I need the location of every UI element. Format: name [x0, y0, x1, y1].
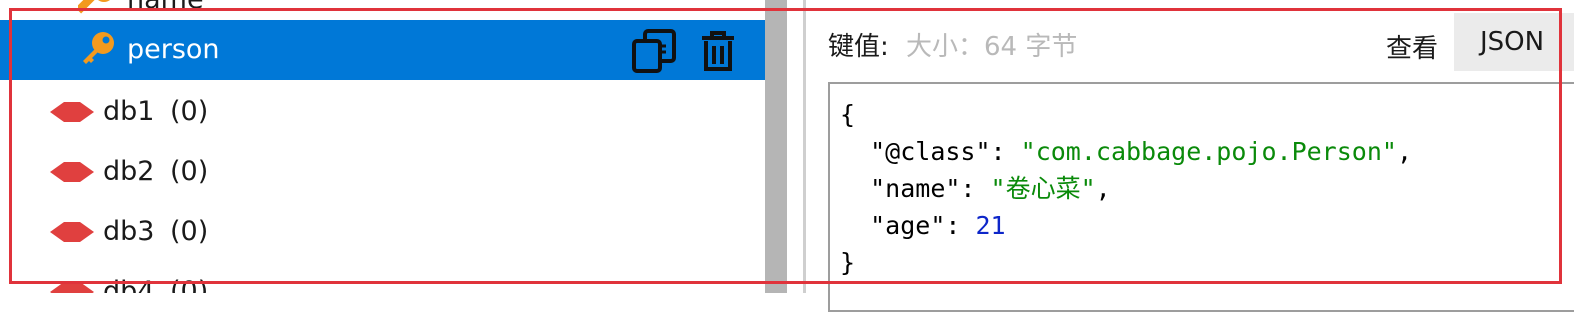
db-key-count: (0) [170, 216, 209, 247]
json-number-value: 21 [975, 211, 1006, 240]
view-format-label: 查看 [1386, 34, 1439, 64]
json-value-editor[interactable]: { "@class": "com.cabbage.pojo.Person", "… [828, 82, 1574, 312]
db-label: db3 [103, 216, 155, 247]
db-key-count: (0) [170, 276, 209, 293]
json-key: "name" [870, 174, 961, 203]
db-key-count: (0) [170, 96, 209, 127]
copy-icon [632, 29, 676, 73]
view-format-select[interactable]: JSON [1454, 13, 1574, 71]
tree-row-db3[interactable]: db3 (0) [0, 202, 765, 262]
json-comma: , [1396, 137, 1412, 166]
tree-row-label: name [127, 0, 204, 15]
key-icon [83, 32, 114, 64]
db-label: db2 [103, 156, 155, 187]
database-icon [50, 102, 94, 122]
selected-key-label: person [127, 34, 220, 65]
json-comma: , [1095, 174, 1111, 203]
row-actions [630, 28, 742, 74]
db-key-count: (0) [170, 156, 209, 187]
tree-row-person[interactable]: person [0, 20, 765, 80]
tree-row-db2[interactable]: db2 (0) [0, 142, 765, 202]
key-icon [78, 0, 110, 14]
view-format-value: JSON [1480, 27, 1545, 57]
tree-row-db1[interactable]: db1 (0) [0, 82, 765, 142]
db-label: db4 [103, 276, 155, 293]
value-panel: 键值: 大小：64 字节 查看 JSON { "@class": "com.ca… [806, 0, 1574, 312]
json-code: { "@class": "com.cabbage.pojo.Person", "… [840, 96, 1412, 281]
json-separator: : [960, 174, 991, 203]
delete-button[interactable] [694, 28, 742, 74]
database-icon [50, 162, 94, 182]
tree-row-db4[interactable]: db4 (0) [0, 262, 765, 293]
copy-button[interactable] [630, 28, 678, 74]
database-icon [50, 282, 94, 293]
json-close-brace: } [840, 248, 856, 277]
json-key: "age" [870, 211, 946, 240]
json-separator: : [990, 137, 1021, 166]
json-string-value: "com.cabbage.pojo.Person" [1020, 137, 1397, 166]
value-size-info: 大小：64 字节 [906, 32, 1078, 62]
trash-icon [702, 31, 734, 71]
json-key: "@class" [870, 137, 991, 166]
json-separator: : [945, 211, 976, 240]
database-icon [50, 222, 94, 242]
key-tree-panel: name person [0, 0, 765, 293]
panel-splitter[interactable] [765, 0, 787, 293]
key-value-label: 键值: [828, 32, 889, 62]
json-string-value: "卷心菜" [990, 174, 1096, 203]
json-open-brace: { [840, 100, 856, 129]
db-label: db1 [103, 96, 155, 127]
splitter-gap [787, 0, 803, 293]
